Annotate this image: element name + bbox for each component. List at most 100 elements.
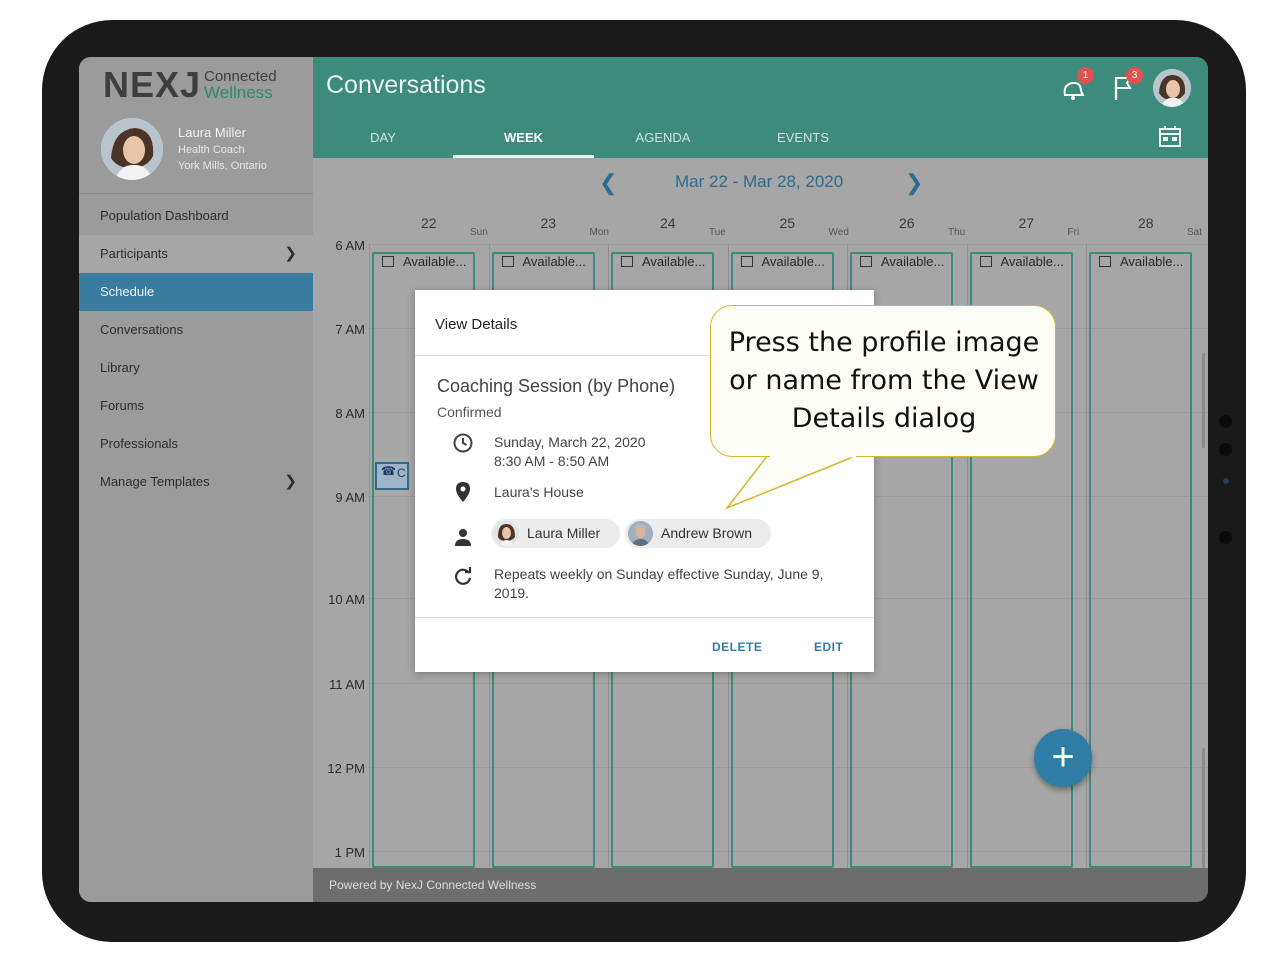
repeat-icon-svg [455,567,472,585]
day-abbr: Sun [470,227,488,238]
sidebar-item-label: Schedule [100,284,155,299]
sidebar-item-library[interactable]: Library [79,349,313,387]
slot-label: Available... [621,254,705,269]
edit-button[interactable]: EDIT [814,640,843,654]
day-abbr: Thu [948,227,966,238]
event-date: Sunday, March 22, 2020 [494,434,646,450]
phone-icon: ☎ [381,464,396,478]
participant-avatar[interactable] [494,521,519,546]
slot-text: Available... [881,254,945,269]
day-column[interactable]: Available... [1086,244,1196,868]
participant-chip-andrew-brown[interactable]: Andrew Brown [625,519,771,548]
footer-text: Powered by NexJ Connected Wellness [329,878,537,892]
avatar-image [1153,69,1191,107]
calendar-event[interactable]: ☎ C [375,462,409,490]
avatar[interactable] [101,118,163,180]
user-name[interactable]: Laura Miller [178,125,246,140]
participant-chip-laura-miller[interactable]: Laura Miller [491,519,620,548]
sidebar-item-population-dashboard[interactable]: Population Dashboard [79,197,313,235]
page-title: Conversations [326,71,486,99]
slot-label: Available... [860,254,944,269]
calendar-event-icon [621,256,633,267]
footer: Powered by NexJ Connected Wellness [313,868,1208,902]
header-avatar[interactable] [1153,69,1191,107]
slot-text: Available... [1000,254,1064,269]
date-range: Mar 22 - Mar 28, 2020 [675,172,844,191]
sidebar-item-label: Participants [100,246,168,261]
add-icon: + [1051,735,1075,779]
calendar-event-icon [740,256,753,267]
time-label: 8 AM [335,406,365,421]
day-number: 28 [1138,215,1154,231]
chevron-right-icon[interactable]: ❯ [905,170,923,196]
calendar-today-icon[interactable] [1159,126,1181,148]
calendar-event-icon [1099,256,1111,267]
user-location: York Mills, Ontario [178,160,267,172]
dialog-title: View Details [435,316,518,333]
slot-label: Available... [1099,254,1183,269]
participant-avatar[interactable] [628,521,653,546]
event-time: 8:30 AM - 8:50 AM [494,453,610,469]
availability-slot[interactable]: Available... [1089,252,1192,868]
nexj-logo: NEXJ Connected Wellness [103,67,293,103]
participant-name[interactable]: Laura Miller [527,525,600,541]
sidebar-item-participants[interactable]: Participants ❯ [79,235,313,273]
tablet-lens [1219,531,1232,544]
clock-icon-svg [453,433,473,453]
user-profile[interactable]: Laura Miller Health Coach York Mills, On… [79,115,313,194]
add-button[interactable]: + [1034,729,1092,787]
sidebar-item-manage-templates[interactable]: Manage Templates ❯ [79,463,313,501]
sidebar-item-label: Conversations [100,322,184,337]
slot-label: Available... [740,254,825,269]
event-recurrence: Repeats weekly on Sunday effective Sunda… [494,566,824,601]
flags-badge: 3 [1126,67,1143,84]
scrollbar-lower[interactable] [1202,748,1205,868]
event-title: Coaching Session (by Phone) [437,376,676,396]
time-label: 1 PM [334,845,365,860]
event-chip-label: C [397,466,406,480]
callout-text: Press the profile image or name from the… [728,327,1040,434]
slot-text: Available... [522,254,586,269]
slot-label: Available... [382,254,466,269]
sidebar-item-professionals[interactable]: Professionals [79,425,313,463]
participant-name[interactable]: Andrew Brown [661,525,752,541]
tab-week[interactable]: WEEK [453,117,594,158]
slot-text: Available... [403,254,467,269]
sidebar-item-label: Population Dashboard [100,208,229,223]
delete-button[interactable]: DELETE [712,640,762,654]
tab-label: DAY [370,130,396,145]
notifications-badge: 1 [1077,67,1094,84]
tablet-sensor [1219,443,1232,456]
calendar-event-icon [501,256,514,267]
day-number: 24 [660,215,676,231]
day-abbr: Wed [828,227,849,238]
scrollbar[interactable] [1202,353,1205,448]
day-number: 22 [421,215,437,231]
avatar-image [628,521,653,546]
sidebar-item-schedule[interactable]: Schedule [79,273,313,311]
sidebar-item-forums[interactable]: Forums [79,387,313,425]
sidebar-item-conversations[interactable]: Conversations [79,311,313,349]
slot-label: Available... [979,254,1064,269]
day-number: 27 [1018,215,1035,231]
time-label: 9 AM [335,490,365,505]
location-pin-icon-svg [456,482,470,502]
sidebar-item-label: Professionals [100,436,179,451]
tablet-sensor-small [1223,478,1229,484]
sidebar-item-label: Manage Templates [100,474,210,489]
slot-text: Available... [761,254,825,269]
calendar-event-icon [860,256,872,267]
sidebar-item-label: Library [100,360,140,375]
logo-line-2: Wellness [204,83,273,102]
tab-label: WEEK [504,130,543,145]
chevron-left-icon[interactable]: ❮ [599,170,617,196]
location-pin-icon [452,481,474,503]
clock-icon [452,432,474,454]
tab-label: AGENDA [635,130,691,145]
tab-day[interactable]: DAY [343,117,423,158]
tab-events[interactable]: EVENTS [763,117,843,158]
day-number: 25 [779,215,796,231]
calendar-event-icon [979,256,992,267]
tab-agenda[interactable]: AGENDA [623,117,703,158]
tablet-camera [1219,415,1232,428]
